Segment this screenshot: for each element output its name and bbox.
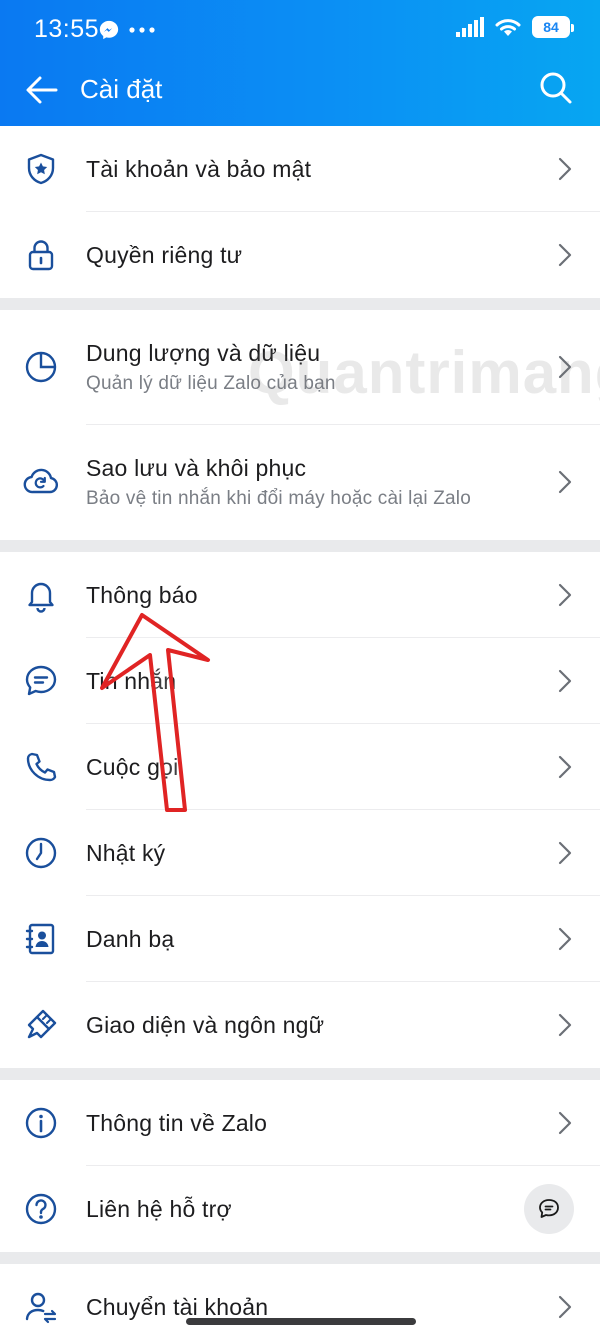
messenger-icon [99, 20, 119, 40]
app-bar: 13:55 84 Cài đặt [0, 0, 600, 126]
group-separator [0, 540, 600, 552]
toolbar: Cài đặt [0, 60, 600, 120]
status-right-icons: 84 [456, 16, 574, 38]
group-separator [0, 1252, 600, 1264]
settings-group-about: Thông tin về Zalo Liên hệ hỗ trợ [0, 1080, 600, 1252]
search-icon[interactable] [538, 70, 574, 106]
settings-item-contacts[interactable]: Danh bạ [0, 896, 600, 982]
settings-item-storage[interactable]: Dung lượng và dữ liệu Quản lý dữ liệu Za… [0, 310, 600, 425]
contact-book-icon [25, 923, 55, 955]
settings-item-messages[interactable]: Tin nhắn [0, 638, 600, 724]
settings-item-subtitle: Bảo vệ tin nhắn khi đổi máy hoặc cài lại… [86, 488, 471, 509]
signal-icon [456, 17, 484, 37]
settings-item-label: Chuyển tài khoản [86, 1293, 269, 1320]
settings-item-appearance[interactable]: Giao diện và ngôn ngữ [0, 982, 600, 1068]
switch-user-icon [25, 1292, 57, 1324]
lock-icon [28, 240, 54, 271]
battery-icon: 84 [532, 16, 574, 38]
settings-item-label: Nhật ký [86, 839, 166, 866]
chevron-right-icon [558, 157, 572, 181]
settings-item-label: Giao diện và ngôn ngữ [86, 1011, 325, 1038]
settings-item-subtitle: Quản lý dữ liệu Zalo của bạn [86, 373, 336, 394]
settings-item-backup[interactable]: Sao lưu và khôi phục Bảo vệ tin nhắn khi… [0, 425, 600, 540]
settings-item-label: Tài khoản và bảo mật [86, 155, 312, 182]
settings-item-account-security[interactable]: Tài khoản và bảo mật [0, 126, 600, 212]
settings-item-label: Thông báo [86, 581, 198, 608]
clock-icon [25, 837, 57, 869]
chevron-right-icon [558, 583, 572, 607]
chevron-right-icon [558, 755, 572, 779]
settings-list: Tài khoản và bảo mật Quyền riêng tư Dung… [0, 126, 600, 1333]
chevron-right-icon [558, 470, 572, 494]
chevron-right-icon [558, 841, 572, 865]
chevron-right-icon [558, 355, 572, 379]
shield-star-icon [27, 153, 55, 185]
settings-item-label: Cuộc gọi [86, 753, 179, 780]
settings-item-diary[interactable]: Nhật ký [0, 810, 600, 896]
settings-item-label: Dung lượng và dữ liệu [86, 340, 321, 366]
group-separator [0, 1068, 600, 1080]
chevron-right-icon [558, 243, 572, 267]
info-icon [25, 1107, 57, 1139]
chevron-right-icon [558, 1295, 572, 1319]
settings-item-about[interactable]: Thông tin về Zalo [0, 1080, 600, 1166]
chevron-right-icon [558, 1111, 572, 1135]
settings-item-support[interactable]: Liên hệ hỗ trợ [0, 1166, 600, 1252]
group-separator [0, 298, 600, 310]
settings-item-label: Danh bạ [86, 925, 175, 952]
home-indicator[interactable] [186, 1318, 416, 1325]
chat-icon [539, 1199, 559, 1218]
settings-group-security: Tài khoản và bảo mật Quyền riêng tư [0, 126, 600, 298]
paint-brush-icon [27, 1009, 57, 1039]
settings-group-data: Dung lượng và dữ liệu Quản lý dữ liệu Za… [0, 310, 600, 540]
settings-item-label: Liên hệ hỗ trợ [86, 1195, 232, 1222]
help-icon [25, 1193, 57, 1225]
pie-chart-icon [25, 351, 57, 383]
settings-item-label: Tin nhắn [86, 667, 177, 694]
wifi-icon [495, 19, 521, 36]
cloud-sync-icon [23, 468, 59, 494]
support-chat-button[interactable] [524, 1184, 574, 1234]
settings-item-calls[interactable]: Cuộc gọi [0, 724, 600, 810]
status-time: 13:55 [34, 15, 100, 43]
battery-level: 84 [543, 19, 559, 35]
settings-item-label: Quyền riêng tư [86, 241, 243, 268]
status-left-icons [98, 19, 156, 41]
chevron-right-icon [558, 927, 572, 951]
chat-bubble-icon [25, 665, 57, 696]
settings-item-label: Thông tin về Zalo [86, 1109, 268, 1136]
phone-icon [26, 752, 57, 782]
status-bar: 13:55 84 [0, 0, 600, 58]
chevron-right-icon [558, 1013, 572, 1037]
settings-group-general: Thông báo Tin nhắn Cuộc gọi Nhật ký Danh… [0, 552, 600, 1068]
more-dots-icon [129, 27, 155, 33]
arrow-left-icon[interactable] [22, 72, 62, 108]
settings-item-label: Sao lưu và khôi phục [86, 455, 307, 481]
bell-icon [28, 582, 54, 613]
settings-item-notifications[interactable]: Thông báo [0, 552, 600, 638]
settings-item-privacy[interactable]: Quyền riêng tư [0, 212, 600, 298]
chevron-right-icon [558, 669, 572, 693]
page-title: Cài đặt [80, 74, 163, 104]
